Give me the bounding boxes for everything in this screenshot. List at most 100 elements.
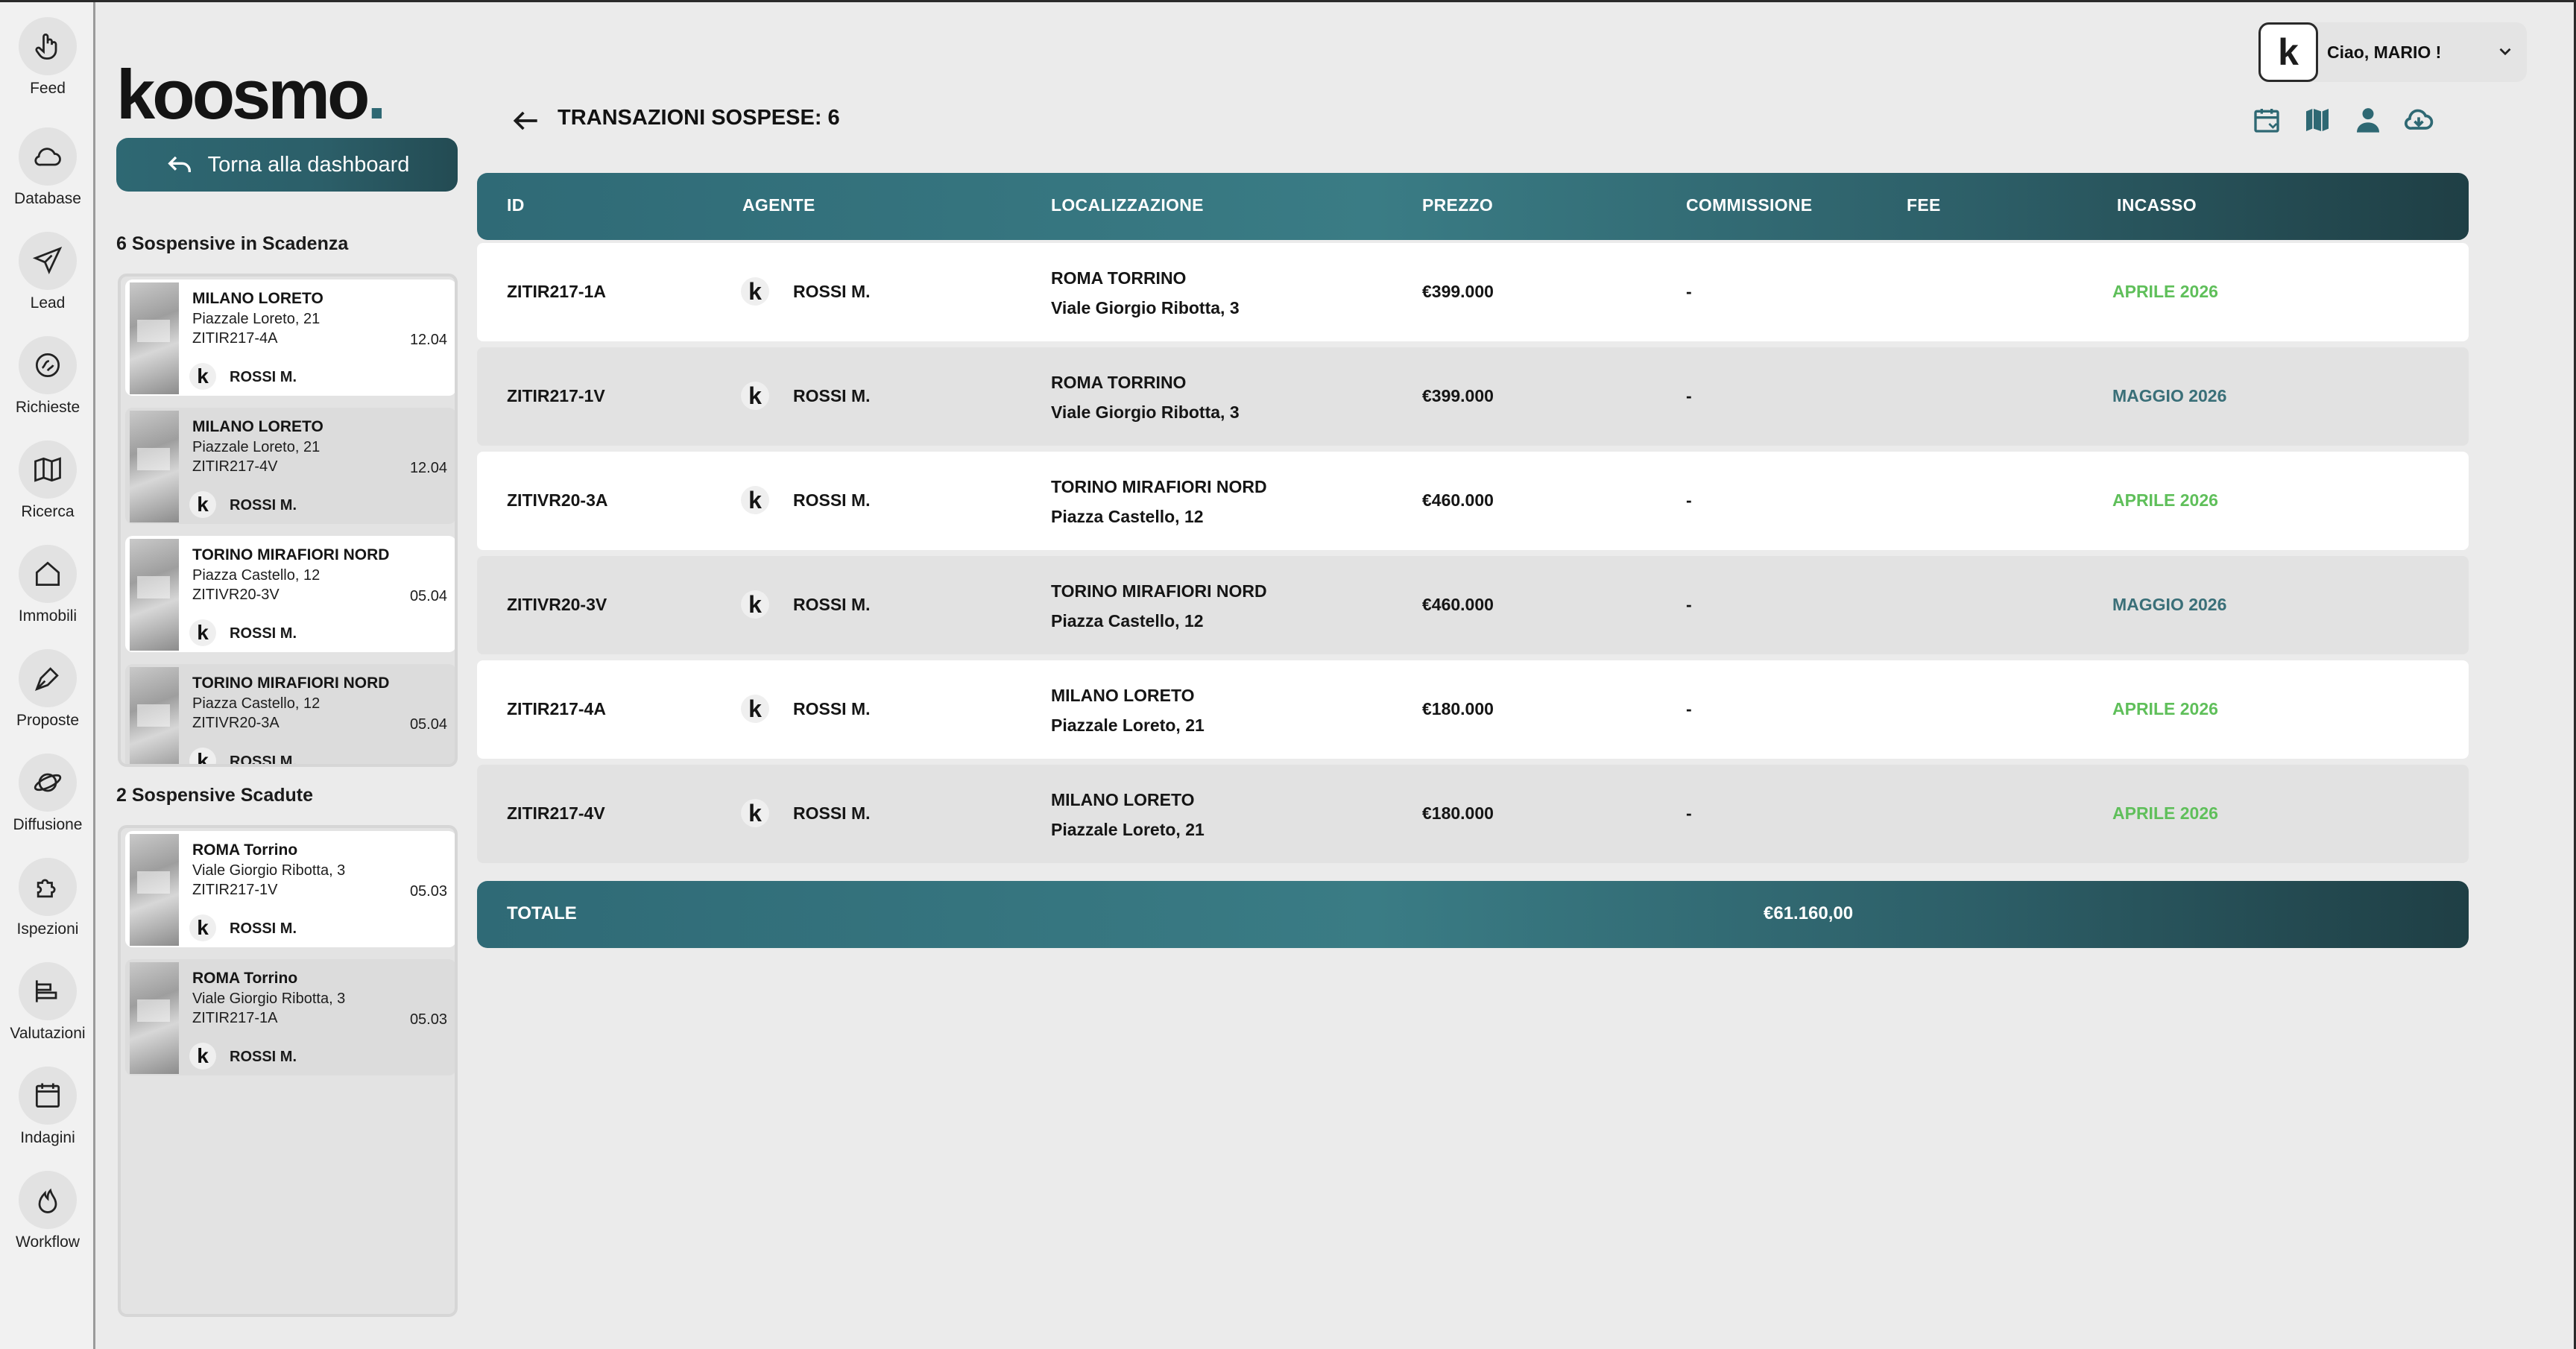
- map-icon[interactable]: [2300, 103, 2334, 137]
- toolbar: [2250, 103, 2436, 137]
- cloud-download-icon[interactable]: [2402, 103, 2436, 137]
- table-row[interactable]: ZITIVR20-3A k ROSSI M. TORINO MIRAFIORI …: [477, 452, 2469, 550]
- card-address: Piazzale Loreto, 21: [192, 439, 321, 455]
- cell-location-address: Piazza Castello, 12: [1051, 507, 1204, 526]
- back-arrow-icon[interactable]: [510, 104, 543, 137]
- card-date: 12.04: [409, 332, 447, 348]
- cell-commission: -: [1686, 595, 1692, 614]
- agent-avatar: k: [189, 619, 216, 646]
- sidebar: koosmo. Torna alla dashboard 6 Sospensiv…: [95, 2, 476, 1349]
- rail-label: Valutazioni: [10, 1025, 86, 1042]
- rail-label: Richieste: [15, 399, 80, 416]
- rail-label: Lead: [30, 294, 66, 312]
- card-address: Piazza Castello, 12: [192, 567, 321, 584]
- rail-item-lead[interactable]: Lead: [0, 232, 95, 312]
- total-value: €61.160,00: [1764, 903, 1854, 923]
- cell-commission: -: [1686, 490, 1692, 510]
- card-city: TORINO MIRAFIORI NORD: [192, 674, 390, 692]
- hand-pointer-icon: [19, 17, 77, 75]
- cell-price: €460.000: [1422, 595, 1494, 614]
- cell-agent: ROSSI M.: [793, 803, 871, 823]
- card-address: Piazza Castello, 12: [192, 695, 321, 712]
- column-header-incasso[interactable]: INCASSO: [2117, 195, 2197, 215]
- cell-agent: ROSSI M.: [793, 490, 871, 510]
- planet-icon: [19, 754, 77, 812]
- card-agent: ROSSI M.: [230, 920, 297, 937]
- table-row[interactable]: ZITIR217-4A k ROSSI M. MILANO LORETO Pia…: [477, 660, 2469, 759]
- chevron-down-icon: [2499, 48, 2511, 56]
- logo-text: koosmo: [116, 55, 370, 133]
- koosmo-logo[interactable]: koosmo.: [116, 54, 387, 135]
- rail-item-database[interactable]: Database: [0, 127, 95, 208]
- cell-incasso: MAGGIO 2026: [2112, 386, 2227, 405]
- rail-label: Feed: [30, 80, 66, 97]
- back-to-dashboard-button[interactable]: Torna alla dashboard: [116, 138, 458, 192]
- cell-id: ZITIVR20-3V: [507, 595, 607, 614]
- cell-id: ZITIR217-1A: [507, 282, 606, 301]
- calendar-icon[interactable]: [2250, 103, 2284, 137]
- scadenza-title: 6 Sospensive in Scadenza: [116, 233, 349, 254]
- scadute-list[interactable]: ROMA Torrino Viale Giorgio Ribotta, 3 ZI…: [118, 825, 458, 1317]
- sospensiva-card[interactable]: TORINO MIRAFIORI NORD Piazza Castello, 1…: [125, 536, 455, 652]
- sospensiva-card[interactable]: ROMA Torrino Viale Giorgio Ribotta, 3 ZI…: [125, 831, 455, 947]
- rail-item-ispezioni[interactable]: Ispezioni: [0, 858, 95, 938]
- table-row[interactable]: ZITIR217-1V k ROSSI M. ROMA TORRINO Vial…: [477, 347, 2469, 446]
- column-header-fee[interactable]: FEE: [1907, 195, 1941, 215]
- column-header-id[interactable]: ID: [507, 195, 525, 215]
- card-date: 05.03: [409, 1011, 447, 1028]
- back-to-dashboard-label: Torna alla dashboard: [207, 152, 410, 177]
- table-row[interactable]: ZITIR217-4V k ROSSI M. MILANO LORETO Pia…: [477, 765, 2469, 863]
- rail-item-diffusione[interactable]: Diffusione: [0, 754, 95, 834]
- rail-label: Ispezioni: [16, 920, 79, 938]
- column-header-prezzo[interactable]: PREZZO: [1422, 195, 1493, 215]
- table-row[interactable]: ZITIVR20-3V k ROSSI M. TORINO MIRAFIORI …: [477, 556, 2469, 654]
- sospensiva-card[interactable]: MILANO LORETO Piazzale Loreto, 21 ZITIR2…: [125, 279, 455, 396]
- sospensiva-card[interactable]: ROMA Torrino Viale Giorgio Ribotta, 3 ZI…: [125, 959, 455, 1075]
- cell-location-city: ROMA TORRINO: [1051, 268, 1187, 288]
- sospensiva-card[interactable]: MILANO LORETO Piazzale Loreto, 21 ZITIR2…: [125, 408, 455, 524]
- scadute-title: 2 Sospensive Scadute: [116, 785, 314, 806]
- rail-item-richieste[interactable]: Richieste: [0, 336, 95, 417]
- card-date: 05.04: [409, 588, 447, 604]
- undo-arrow-icon: [167, 156, 191, 172]
- cell-incasso: APRILE 2026: [2112, 282, 2218, 301]
- card-address: Viale Giorgio Ribotta, 3: [192, 991, 346, 1007]
- user-icon[interactable]: [2351, 103, 2385, 137]
- rail-item-ricerca[interactable]: Ricerca: [0, 440, 95, 521]
- card-agent: ROSSI M.: [230, 369, 297, 385]
- card-date: 12.04: [409, 460, 447, 476]
- rail-item-proposte[interactable]: Proposte: [0, 649, 95, 730]
- rail-label: Workflow: [16, 1233, 80, 1251]
- rail-item-workflow[interactable]: Workflow: [0, 1171, 95, 1251]
- rail-label: Immobili: [18, 607, 78, 625]
- scadenza-list[interactable]: MILANO LORETO Piazzale Loreto, 21 ZITIR2…: [118, 274, 458, 767]
- icon-rail: Feed Database Lead Richieste Ricerca Imm…: [0, 2, 95, 1349]
- rail-item-indagini[interactable]: Indagini: [0, 1067, 95, 1147]
- table-total-row: TOTALE €61.160,00: [477, 881, 2469, 948]
- column-header-agente[interactable]: AGENTE: [742, 195, 815, 215]
- cell-incasso: APRILE 2026: [2112, 490, 2218, 510]
- card-agent: ROSSI M.: [230, 1049, 297, 1065]
- card-address: Viale Giorgio Ribotta, 3: [192, 862, 346, 879]
- calendar-icon: [19, 1067, 77, 1125]
- rail-item-valutazioni[interactable]: Valutazioni: [0, 962, 95, 1043]
- rail-item-feed[interactable]: Feed: [0, 17, 95, 98]
- richieste-icon: [19, 336, 77, 394]
- bars-icon: [19, 962, 77, 1020]
- cell-agent: ROSSI M.: [793, 386, 871, 405]
- column-header-localizzazione[interactable]: LOCALIZZAZIONE: [1051, 195, 1204, 215]
- card-city: MILANO LORETO: [192, 290, 323, 307]
- card-agent: ROSSI M.: [230, 754, 297, 767]
- sospensiva-card[interactable]: TORINO MIRAFIORI NORD Piazza Castello, 1…: [125, 664, 455, 767]
- cell-agent: ROSSI M.: [793, 699, 871, 718]
- cell-price: €399.000: [1422, 386, 1494, 405]
- user-menu[interactable]: k Ciao, MARIO !: [2258, 22, 2527, 82]
- rail-item-immobili[interactable]: Immobili: [0, 545, 95, 625]
- table-row[interactable]: ZITIR217-1A k ROSSI M. ROMA TORRINO Vial…: [477, 243, 2469, 341]
- cell-price: €399.000: [1422, 282, 1494, 301]
- cell-commission: -: [1686, 386, 1692, 405]
- card-agent: ROSSI M.: [230, 497, 297, 514]
- cell-incasso: APRILE 2026: [2112, 803, 2218, 823]
- agent-avatar: k: [189, 363, 216, 390]
- column-header-commissione[interactable]: COMMISSIONE: [1686, 195, 1812, 215]
